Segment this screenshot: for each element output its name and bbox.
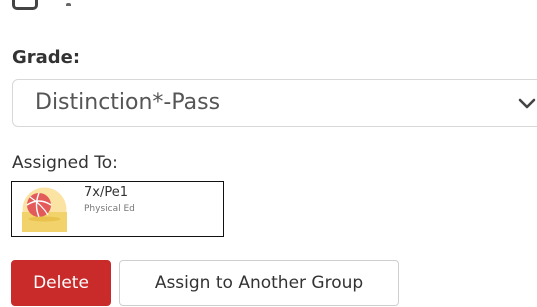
assign-to-another-group-button[interactable]: Assign to Another Group	[119, 260, 399, 306]
assigned-group-card[interactable]: 7x/Pe1 Physical Ed	[11, 181, 224, 237]
checkbox[interactable]	[12, 0, 38, 10]
checkbox-label-fragment	[66, 0, 106, 6]
assigned-to-label: Assigned To:	[12, 153, 118, 173]
group-code: 7x/Pe1	[84, 185, 128, 200]
grade-label: Grade:	[12, 47, 81, 68]
delete-button[interactable]: Delete	[11, 260, 111, 306]
group-subject: Physical Ed	[84, 204, 135, 214]
chevron-down-icon	[518, 98, 536, 109]
grade-select[interactable]: Distinction*-Pass	[12, 79, 537, 127]
grade-select-value: Distinction*-Pass	[35, 90, 221, 115]
basketball-icon	[22, 187, 67, 232]
